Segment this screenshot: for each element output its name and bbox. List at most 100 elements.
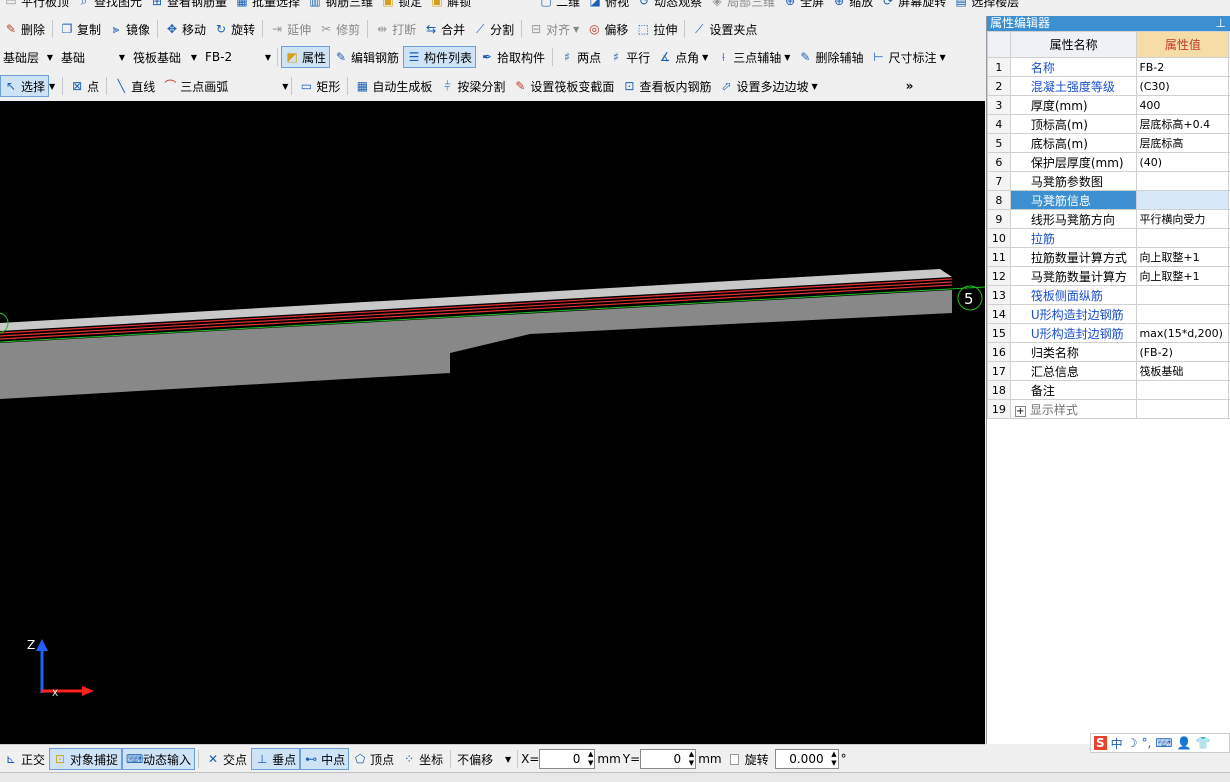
spinner-icon[interactable]: ▲ ▼ xyxy=(588,750,593,768)
property-value[interactable]: (FB-2) xyxy=(1136,342,1230,362)
punctuation-icon[interactable]: °, xyxy=(1141,736,1151,750)
category-select[interactable]: 基础 ▼ xyxy=(58,47,128,67)
header-value[interactable]: 属性值 xyxy=(1136,31,1230,58)
set-grip-button[interactable]: ⟋ 设置夹点 xyxy=(688,18,761,40)
property-value[interactable] xyxy=(1136,399,1230,419)
property-row[interactable]: 4 顶标高(m) 层底标高+0.4 xyxy=(987,114,1230,134)
property-row[interactable]: 10 拉筋 xyxy=(987,228,1230,248)
expand-icon[interactable]: + xyxy=(1014,405,1026,417)
property-row[interactable]: 16 归类名称 (FB-2) xyxy=(987,342,1230,362)
toolbar-top-item[interactable]: ▥ 钢筋三维 xyxy=(304,0,377,9)
property-row[interactable]: 2 混凝土强度等级 (C30) xyxy=(987,76,1230,96)
pin-icon[interactable]: ⊥ xyxy=(1216,16,1230,31)
point-button[interactable]: ⊠ 点 xyxy=(66,75,103,97)
property-value[interactable]: (40) xyxy=(1136,152,1230,172)
toolbar-top-item[interactable]: ◈ 局部三维 xyxy=(706,0,779,9)
property-value[interactable]: max(15*d,200) xyxy=(1136,323,1230,343)
toolbar-top-item[interactable]: ▣ 解锁 xyxy=(426,0,475,9)
stretch-button[interactable]: ⬚ 拉伸 xyxy=(632,18,681,40)
merge-button[interactable]: ⇆ 合并 xyxy=(420,18,469,40)
three-point-axis-button[interactable]: ⟊ 三点辅轴 ▼ xyxy=(712,46,794,68)
property-value[interactable]: 层底标高+0.4 xyxy=(1136,114,1230,134)
property-value[interactable] xyxy=(1136,171,1230,191)
property-row[interactable]: 8 马凳筋信息 xyxy=(987,190,1230,210)
property-value[interactable] xyxy=(1136,304,1230,324)
perpendicular-snap-toggle[interactable]: ⊥ 垂点 xyxy=(251,748,301,770)
auto-gen-slab-button[interactable]: ▦ 自动生成板 xyxy=(351,75,436,97)
split-by-beam-button[interactable]: ⫩ 按梁分割 xyxy=(436,75,509,97)
property-value[interactable] xyxy=(1136,380,1230,400)
property-row[interactable]: 12 马凳筋数量计算方 向上取整+1 xyxy=(987,266,1230,286)
toolbar-top-item[interactable]: ⊕ 缩放 xyxy=(828,0,877,9)
trim-button[interactable]: ✂ 修剪 xyxy=(315,18,364,40)
spinner-icon[interactable]: ▲ ▼ xyxy=(689,750,694,768)
component-select[interactable]: FB-2 ▼ xyxy=(202,47,274,67)
property-row[interactable]: 9 线形马凳筋方向 平行横向受力 xyxy=(987,209,1230,229)
property-row[interactable]: 13 筏板侧面纵筋 xyxy=(987,285,1230,305)
toolbar-top-item[interactable]: ↺ 动态观察 xyxy=(633,0,706,9)
property-value[interactable]: 向上取整+1 xyxy=(1136,247,1230,267)
select-button[interactable]: ↖ 选择 xyxy=(0,75,50,97)
delete-axis-button[interactable]: ✎ 删除辅轴 xyxy=(794,46,867,68)
property-row[interactable]: 17 汇总信息 筏板基础 xyxy=(987,361,1230,381)
property-value[interactable] xyxy=(1136,190,1230,210)
offset-button[interactable]: ◎ 偏移 xyxy=(583,18,632,40)
property-row[interactable]: 5 底标高(m) 层底标高 xyxy=(987,133,1230,153)
property-value[interactable]: 向上取整+1 xyxy=(1136,266,1230,286)
arc-button[interactable]: ⌒ 三点画弧 xyxy=(159,75,232,97)
toolbar-top-item[interactable]: ⟳ 屏幕旋转 xyxy=(877,0,950,9)
toolbar-top-item[interactable]: ▤ 选择楼层 xyxy=(950,0,1023,9)
property-row[interactable]: 7 马凳筋参数图 xyxy=(987,171,1230,191)
parallel-axis-button[interactable]: ♯ 平行 xyxy=(605,46,654,68)
object-snap-toggle[interactable]: ⊡ 对象捕捉 xyxy=(49,748,123,770)
two-point-axis-button[interactable]: ♯ 两点 xyxy=(556,46,605,68)
line-button[interactable]: ╲ 直线 xyxy=(110,75,159,97)
x-coord-input[interactable]: 0 ▲ ▼ xyxy=(539,749,596,769)
skin-icon[interactable]: 👕 xyxy=(1196,736,1211,750)
y-coord-input[interactable]: 0 ▲ ▼ xyxy=(640,749,697,769)
move-button[interactable]: ✥ 移动 xyxy=(161,18,210,40)
property-row[interactable]: 6 保护层厚度(mm) (40) xyxy=(987,152,1230,172)
extend-button[interactable]: ⇥ 延伸 xyxy=(266,18,315,40)
drawing-canvas[interactable]: 5 Z X xyxy=(0,101,985,744)
edit-rebar-button[interactable]: ✎ 编辑钢筋 xyxy=(330,46,403,68)
rotate-input[interactable]: 0.000 ▲ ▼ xyxy=(774,749,839,769)
copy-button[interactable]: ❐ 复制 xyxy=(56,18,105,40)
property-value[interactable]: FB-2 xyxy=(1136,57,1230,77)
chinese-mode-icon[interactable]: 中 xyxy=(1111,735,1123,752)
intersect-snap-toggle[interactable]: ✕ 交点 xyxy=(202,748,251,770)
pick-component-button[interactable]: ✒ 拾取构件 xyxy=(476,46,549,68)
rect-button[interactable]: ▭ 矩形 xyxy=(295,75,344,97)
view-slab-rebar-button[interactable]: ⊡ 查看板内钢筋 xyxy=(618,75,715,97)
moon-icon[interactable]: ☽ xyxy=(1127,736,1138,750)
sogou-logo-icon[interactable]: S xyxy=(1094,736,1107,750)
toolbar-top-item[interactable]: ▦ 批量选择 xyxy=(231,0,304,9)
property-value[interactable]: 400 xyxy=(1136,95,1230,115)
property-value[interactable] xyxy=(1136,285,1230,305)
chevron-down-icon[interactable]: ▼ xyxy=(282,82,288,91)
multi-edge-slope-button[interactable]: ⬀ 设置多边边坡 ▼ xyxy=(715,75,821,97)
property-value[interactable]: 筏板基础 xyxy=(1136,361,1230,381)
vertex-snap-toggle[interactable]: ⬠ 顶点 xyxy=(349,748,398,770)
dynamic-input-toggle[interactable]: ⌨ 动态输入 xyxy=(122,748,196,770)
property-row[interactable]: 14 U形构造封边钢筋 xyxy=(987,304,1230,324)
toolbar-top-item[interactable]: ▭ 平行板顶 xyxy=(0,0,73,9)
rotate-button[interactable]: ↻ 旋转 xyxy=(210,18,259,40)
property-value[interactable] xyxy=(1136,228,1230,248)
property-value[interactable]: 层底标高 xyxy=(1136,133,1230,153)
property-row[interactable]: 19 + 显示样式 xyxy=(987,399,1230,419)
keyboard-icon[interactable]: ⌨ xyxy=(1155,736,1172,750)
offset-mode-select[interactable]: 不偏移 ▼ xyxy=(454,749,514,769)
ime-toolbar[interactable]: S 中 ☽ °, ⌨ 👤 👕 xyxy=(1090,733,1230,753)
break-button[interactable]: ⇹ 打断 xyxy=(371,18,420,40)
property-row[interactable]: 11 拉筋数量计算方式 向上取整+1 xyxy=(987,247,1230,267)
type-select[interactable]: 筏板基础 ▼ xyxy=(130,47,200,67)
properties-button[interactable]: ◩ 属性 xyxy=(281,46,331,68)
component-list-button[interactable]: ☰ 构件列表 xyxy=(403,46,477,68)
property-row[interactable]: 3 厚度(mm) 400 xyxy=(987,95,1230,115)
toolbar-top-item[interactable]: ⌕ 查找图元 xyxy=(73,0,146,9)
toolbar-top-item[interactable]: ⊞ 查看钢筋量 xyxy=(146,0,231,9)
delete-button[interactable]: ✎ 删除 xyxy=(0,18,49,40)
ortho-toggle[interactable]: ⊾ 正交 xyxy=(0,748,49,770)
chevron-down-icon[interactable]: ▼ xyxy=(49,82,55,91)
